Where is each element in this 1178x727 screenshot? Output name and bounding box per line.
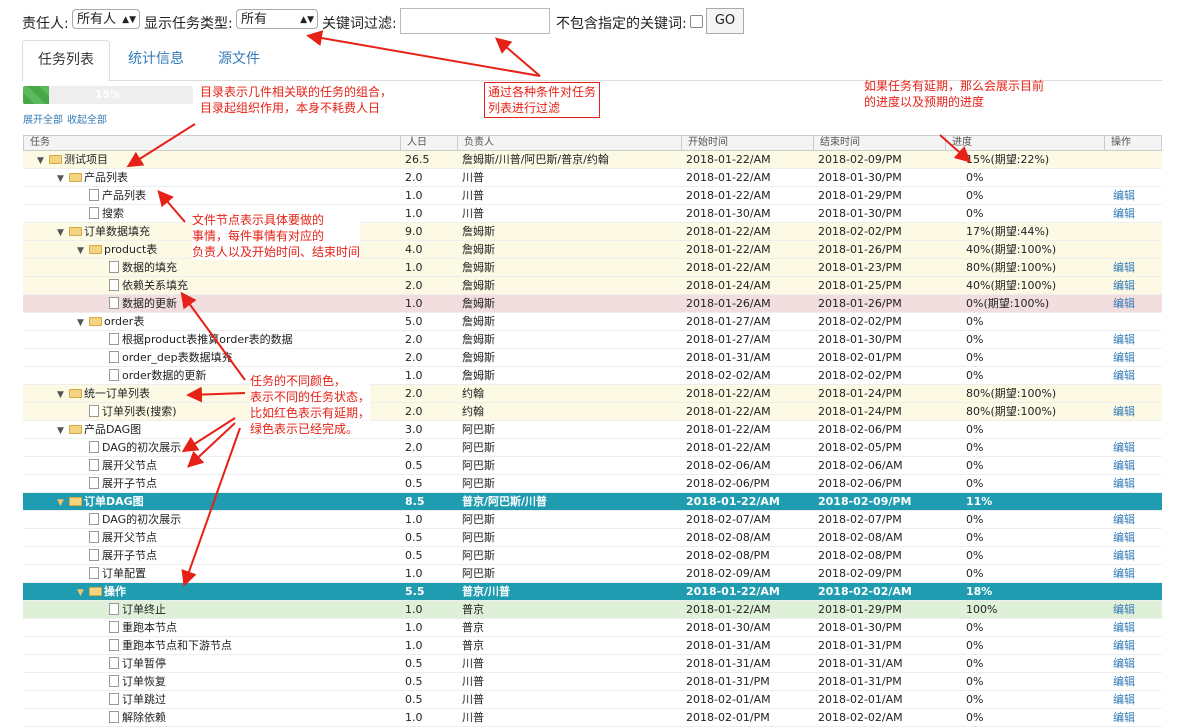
task-progress: 0% (966, 711, 984, 724)
edit-link[interactable]: 编辑 (1113, 709, 1135, 726)
arrow-to-yellow-row (186, 386, 246, 403)
task-name-cell: 解除依赖 (97, 709, 166, 726)
table-row[interactable]: 解除依赖 1.0 川普 2018-02-01/PM 2018-02-02/AM 0% 编辑 (23, 709, 1162, 727)
annotation-arrows (126, 30, 971, 587)
task-owner: 川普 (462, 711, 484, 724)
arrow-to-progress (939, 134, 971, 163)
task-days: 1.0 (405, 711, 423, 724)
arrow-to-root-folder (126, 123, 196, 168)
file-icon (109, 711, 119, 723)
arrow-to-red-row (180, 291, 246, 381)
task-name: 解除依赖 (122, 711, 166, 724)
arrow-to-green-row (181, 427, 241, 587)
task-start: 2018-02-01/PM (686, 711, 770, 724)
task-end: 2018-02-02/AM (818, 711, 903, 724)
arrow-to-filters (306, 30, 541, 77)
arrow-to-file-node (157, 189, 186, 223)
